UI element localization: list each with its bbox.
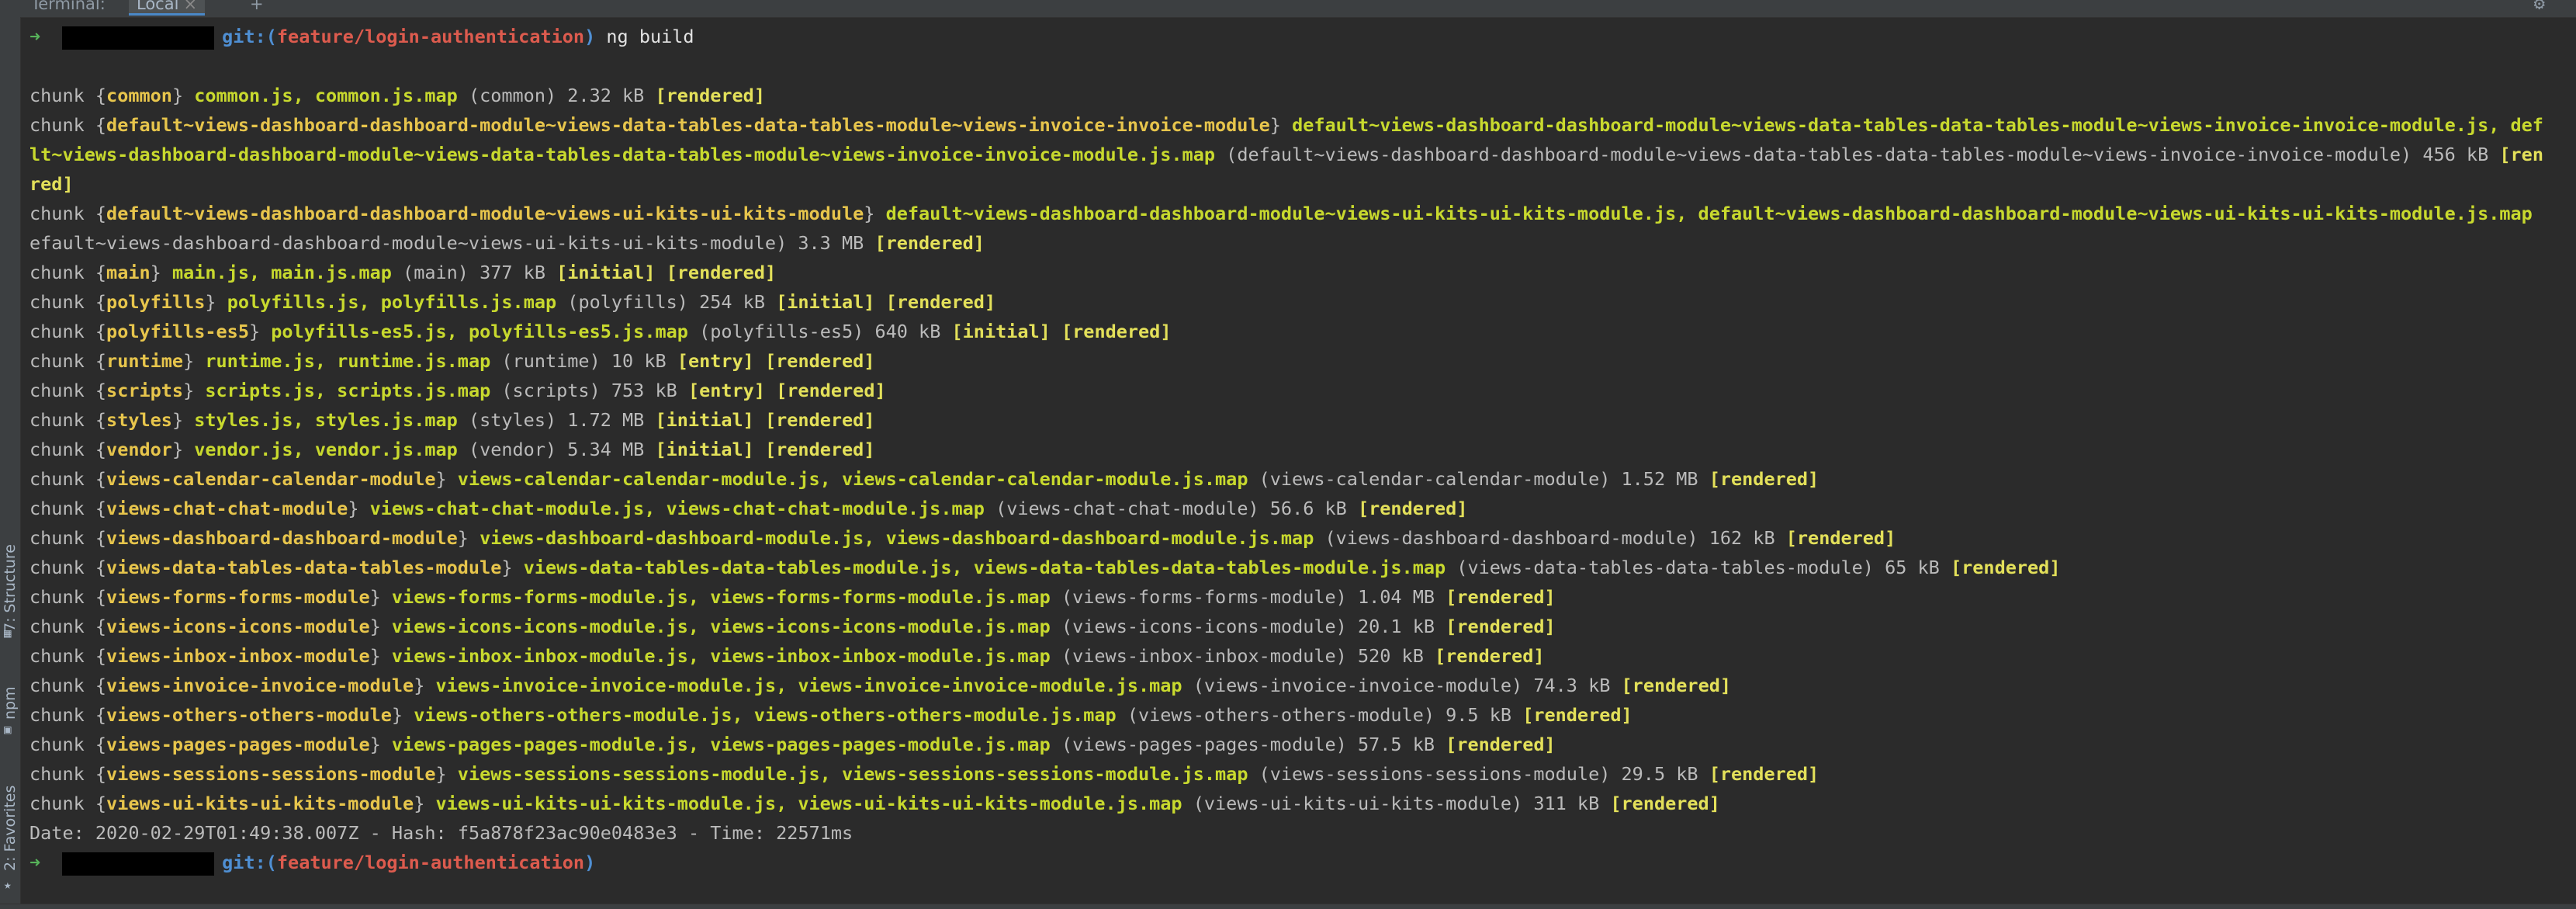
close-icon[interactable]: × [183, 0, 197, 13]
prompt-line: ➜ git:(feature/login-authentication) ng b… [29, 22, 2543, 51]
chunk-line: chunk {views-invoice-invoice-module} vie… [29, 675, 1732, 696]
chunk-line: chunk {main} main.js, main.js.map (main)… [29, 262, 777, 283]
chunk-line: chunk {views-ui-kits-ui-kits-module} vie… [29, 793, 1720, 814]
build-summary-line: Date: 2020-02-29T01:49:38.007Z - Hash: f… [29, 822, 853, 844]
chunk-line: chunk {vendor} vendor.js, vendor.js.map … [29, 439, 875, 460]
chunk-line: chunk {polyfills-es5} polyfills-es5.js, … [29, 321, 1172, 342]
chunk-line: chunk {default~views-dashboard-dashboard… [29, 203, 2543, 224]
chunk-line: chunk {polyfills} polyfills.js, polyfill… [29, 291, 996, 313]
star-icon: ★ [4, 877, 12, 892]
command-text: ng build [606, 26, 694, 47]
chunk-line-wrap: red] [29, 173, 74, 195]
chunk-line: chunk {views-sessions-sessions-module} v… [29, 763, 1819, 785]
tool-window-npm[interactable]: npm [2, 686, 19, 720]
branch-name: feature/login-authentication [276, 26, 585, 47]
git-label: git: [222, 26, 266, 47]
npm-icon: ▣ [4, 722, 12, 737]
chunk-line: chunk {views-others-others-module} views… [29, 704, 1633, 726]
chunk-line: chunk {views-pages-pages-module} views-p… [29, 734, 1556, 755]
paren-open: ( [265, 852, 277, 873]
chunk-line: chunk {views-inbox-inbox-module} views-i… [29, 645, 1545, 667]
chunk-line: chunk {scripts} scripts.js, scripts.js.m… [29, 380, 886, 401]
tab-local-label: Local [137, 0, 179, 13]
terminal-output[interactable]: ➜ git:(feature/login-authentication) ng b… [29, 22, 2543, 877]
prompt-arrow-icon: ➜ [29, 26, 41, 47]
chunk-line: chunk {views-data-tables-data-tables-mod… [29, 557, 2061, 578]
tool-window-structure[interactable]: 7: Structure [2, 544, 19, 632]
branch-name: feature/login-authentication [276, 852, 585, 873]
chunk-line: chunk {views-calendar-calendar-module} v… [29, 468, 1819, 490]
tool-window-favorites[interactable]: 2: Favorites [2, 786, 19, 871]
git-label: git: [222, 852, 266, 873]
prompt-arrow-icon: ➜ [29, 852, 41, 873]
left-tool-sidebar: ▦ 7: Structure ▣ npm ★ 2: Favorites [0, 17, 21, 904]
chunk-line: chunk {views-forms-forms-module} views-f… [29, 586, 1556, 608]
terminal-tab-bar: Terminal: Local × + ⚙ [0, 0, 2576, 18]
chunk-line: chunk {common} common.js, common.js.map … [29, 85, 765, 106]
chunk-line: chunk {views-icons-icons-module} views-i… [29, 616, 1556, 637]
chunk-line: chunk {styles} styles.js, styles.js.map … [29, 409, 875, 431]
chunk-line: chunk {runtime} runtime.js, runtime.js.m… [29, 350, 875, 372]
paren-open: ( [265, 26, 277, 47]
chunk-line-wrap: lt~views-dashboard-dashboard-module~view… [29, 144, 2543, 165]
chunk-line: chunk {default~views-dashboard-dashboard… [29, 114, 2543, 136]
tab-local[interactable]: Local × [129, 0, 206, 16]
chunk-line: chunk {views-dashboard-dashboard-module}… [29, 527, 1896, 549]
paren-close: ) [584, 26, 596, 47]
paren-close: ) [584, 852, 596, 873]
add-tab-button[interactable]: + [250, 0, 264, 13]
redacted-username [62, 26, 215, 50]
chunk-line-wrap: efault~views-dashboard-dashboard-module~… [29, 232, 985, 254]
gear-icon[interactable]: ⚙ [2534, 0, 2545, 14]
redacted-username [62, 852, 215, 876]
chunk-line: chunk {views-chat-chat-module} views-cha… [29, 498, 1468, 519]
terminal-panel-title: Terminal: [31, 0, 106, 13]
prompt-line: ➜ git:(feature/login-authentication) [29, 848, 2543, 877]
